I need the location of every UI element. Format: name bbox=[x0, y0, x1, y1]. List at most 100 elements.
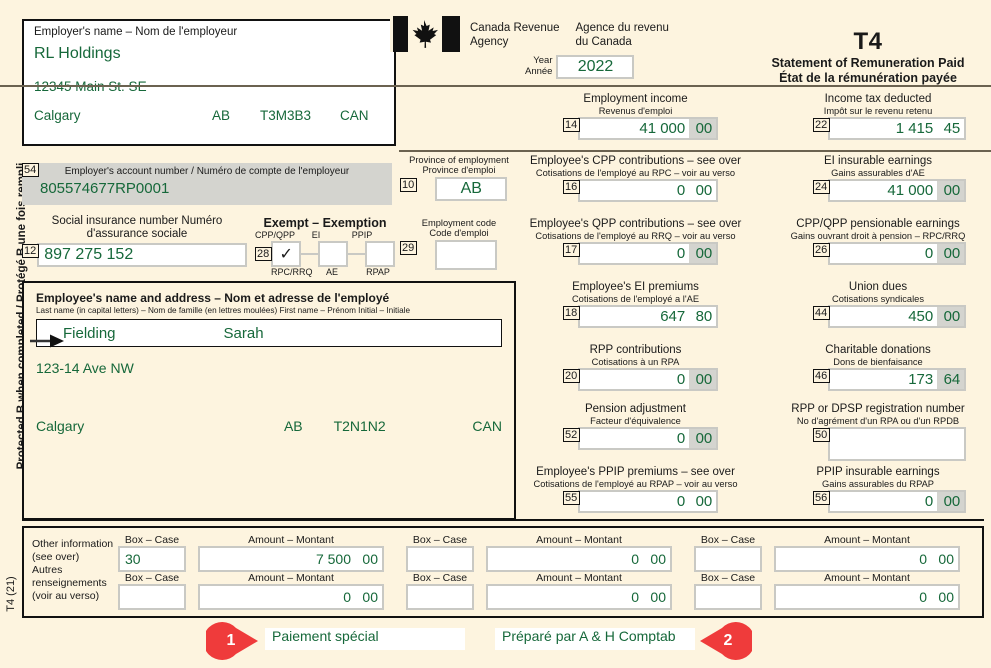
amount-box-14-label: Employment income Revenus d'emploi bbox=[503, 93, 768, 116]
other-info-amount-dollars: 0 bbox=[488, 586, 643, 608]
amount-box-20-label-en: RPP contributions bbox=[589, 344, 682, 356]
amount-box-17-dollars: 0 bbox=[580, 244, 690, 264]
exempt-section: Exempt – Exemption CPP/QPP EI PPIP 28 ✓ … bbox=[255, 216, 395, 277]
other-info-amount-input[interactable]: 0 00 bbox=[774, 584, 960, 610]
employee-name-input[interactable]: Fielding Sarah bbox=[36, 319, 502, 347]
employer-name-value: RL Holdings bbox=[34, 45, 121, 62]
employer-city-line: Calgary AB T3M3B3 CAN bbox=[34, 108, 384, 123]
exempt-checkbox-ei[interactable] bbox=[318, 241, 349, 267]
amount-box-46-cents: 64 bbox=[937, 370, 965, 390]
employer-account-number-field[interactable]: 54 Employer's account number / Numéro de… bbox=[22, 163, 392, 205]
amount-box-55: Employee's PPIP premiums – see over Cotis… bbox=[503, 466, 768, 514]
employment-code-field[interactable]: Employment code Code d'emploi 29 bbox=[400, 218, 518, 270]
other-info-amount-input[interactable]: 0 00 bbox=[486, 584, 672, 610]
other-info-amount-cell: Amount – Montant 0 00 bbox=[774, 572, 960, 610]
amount-box-24-input[interactable]: 41 000 00 bbox=[828, 179, 967, 203]
other-info-box-input[interactable]: 30 bbox=[118, 546, 186, 572]
box-number-17: 17 bbox=[563, 243, 581, 258]
amount-box-20-input[interactable]: 0 00 bbox=[578, 368, 719, 392]
amount-box-56-input[interactable]: 0 00 bbox=[828, 490, 967, 514]
other-information-row: Box – Case Amount – Montant 0 00 Box – Case A… bbox=[118, 572, 982, 610]
box-number-20: 20 bbox=[563, 369, 581, 384]
amount-box-52-label-fr: Facteur d'équivalence bbox=[590, 415, 681, 426]
amount-box-44-dollars: 450 bbox=[830, 307, 938, 327]
t4-form: Protected B when completed / Protégé B u… bbox=[0, 0, 991, 668]
amount-box-50-input[interactable] bbox=[828, 427, 967, 462]
exempt-heading: Exempt – Exemption bbox=[263, 216, 387, 230]
exempt-bottom-labels: RPC/RRQ AE RPAP bbox=[271, 267, 390, 277]
employer-name-address-box[interactable]: Employer's name – Nom de l'employeur RL … bbox=[22, 19, 396, 146]
other-info-box-cell: Box – Case bbox=[406, 572, 474, 610]
province-of-employment-field[interactable]: Province of employment Province d'emploi… bbox=[400, 155, 518, 201]
year-input[interactable]: 2022 bbox=[556, 55, 635, 79]
exempt-checkbox-ppip[interactable] bbox=[365, 241, 395, 267]
other-info-amount-cents: 00 bbox=[355, 548, 382, 570]
exempt-checkbox-cpp-qpp[interactable]: ✓ bbox=[271, 241, 302, 267]
amount-box-20-label-fr: Cotisations à un RPA bbox=[591, 356, 680, 367]
employee-name-address-box[interactable]: Employee's name and address – Nom et adr… bbox=[22, 281, 516, 520]
other-info-amount-input[interactable]: 7 500 00 bbox=[198, 546, 384, 572]
amount-box-26-input[interactable]: 0 00 bbox=[828, 242, 967, 266]
amount-box-55-input[interactable]: 0 00 bbox=[578, 490, 719, 514]
other-info-amount-dollars: 0 bbox=[200, 586, 355, 608]
amount-box-46-input[interactable]: 173 64 bbox=[828, 368, 967, 392]
other-info-amount-cell: Amount – Montant 0 00 bbox=[486, 534, 672, 572]
amount-box-52-input[interactable]: 0 00 bbox=[578, 427, 719, 451]
other-info-amount-caption: Amount – Montant bbox=[536, 572, 622, 584]
other-info-box-input[interactable] bbox=[694, 546, 762, 572]
employer-province-value: AB bbox=[212, 108, 231, 123]
other-info-box-cell: Box – Case bbox=[118, 572, 186, 610]
agency-name-en: Canada Revenue Agency bbox=[470, 22, 560, 48]
amount-box-22-input[interactable]: 1 415 45 bbox=[828, 117, 967, 141]
province-input[interactable]: AB bbox=[435, 176, 508, 201]
amount-box-26: CPP/QPP pensionable earnings Gains ouvran… bbox=[765, 218, 991, 266]
amount-box-20-dollars: 0 bbox=[580, 370, 690, 390]
amount-box-56-dollars: 0 bbox=[830, 492, 938, 512]
amount-box-17-label-en: Employee's QPP contributions – see over bbox=[529, 218, 742, 230]
other-info-amount-cents: 00 bbox=[643, 586, 670, 608]
amount-box-22-label-fr: Impôt sur le revenu retenu bbox=[823, 105, 933, 116]
other-info-amount-input[interactable]: 0 00 bbox=[774, 546, 960, 572]
other-info-box-input[interactable] bbox=[406, 584, 474, 610]
amount-box-16-input[interactable]: 0 00 bbox=[578, 179, 719, 203]
amount-box-44-input[interactable]: 450 00 bbox=[828, 305, 967, 329]
amount-box-14-dollars: 41 000 bbox=[580, 119, 690, 139]
amount-box-20-label: RPP contributions Cotisations à un RPA bbox=[503, 344, 768, 367]
amount-box-18-input[interactable]: 647 80 bbox=[578, 305, 719, 329]
amount-box-56-cents: 00 bbox=[937, 492, 965, 512]
other-info-box-cell: Box – Case bbox=[406, 534, 474, 572]
amount-box-18: Employee's EI premiums Cotisations de l'e… bbox=[503, 281, 768, 329]
employment-code-input[interactable] bbox=[435, 239, 498, 270]
box-number-50: 50 bbox=[813, 428, 831, 443]
tax-year-field[interactable]: Year Année 2022 bbox=[525, 55, 635, 79]
callout-marker-2-label: 2 bbox=[723, 632, 733, 649]
other-info-box-input[interactable] bbox=[694, 584, 762, 610]
other-info-amount-input[interactable]: 0 00 bbox=[486, 546, 672, 572]
social-insurance-number-field[interactable]: Social insurance number Numéro d'assuran… bbox=[22, 215, 252, 267]
amount-box-50-label-fr: No d'agrément d'un RPA ou d'un RPDB bbox=[796, 415, 960, 426]
amount-box-14-cents: 00 bbox=[689, 119, 717, 139]
box-number-14: 14 bbox=[563, 118, 581, 133]
other-info-amount-cell: Amount – Montant 0 00 bbox=[486, 572, 672, 610]
other-info-box-value bbox=[408, 586, 472, 608]
amount-box-16: Employee's CPP contributions – see over C… bbox=[503, 155, 768, 203]
amount-box-14-input[interactable]: 41 000 00 bbox=[578, 117, 719, 141]
amount-box-55-dollars: 0 bbox=[580, 492, 690, 512]
form-code: T4 bbox=[853, 28, 883, 55]
employer-account-number-band[interactable]: Employer's account number / Numéro de co… bbox=[22, 163, 392, 205]
amount-box-17-input[interactable]: 0 00 bbox=[578, 242, 719, 266]
amount-box-50-label: RPP or DPSP registration number No d'agré… bbox=[765, 403, 991, 426]
other-info-amount-input[interactable]: 0 00 bbox=[198, 584, 384, 610]
form-revision-label: T4 (21) bbox=[5, 576, 17, 612]
other-info-box-input[interactable] bbox=[118, 584, 186, 610]
other-info-amount-dollars: 0 bbox=[488, 548, 643, 570]
other-info-amount-cell: Amount – Montant 0 00 bbox=[198, 572, 384, 610]
other-info-box-input[interactable] bbox=[406, 546, 474, 572]
box-number-18: 18 bbox=[563, 306, 581, 321]
amount-box-22-label: Income tax deducted Impôt sur le revenu r… bbox=[765, 93, 991, 116]
amount-box-14-label-en: Employment income bbox=[583, 93, 688, 105]
other-info-amount-caption: Amount – Montant bbox=[824, 534, 910, 546]
employment-code-value bbox=[437, 241, 496, 268]
exempt-connector-2 bbox=[348, 253, 365, 255]
sin-input[interactable]: 897 275 152 bbox=[37, 242, 248, 267]
